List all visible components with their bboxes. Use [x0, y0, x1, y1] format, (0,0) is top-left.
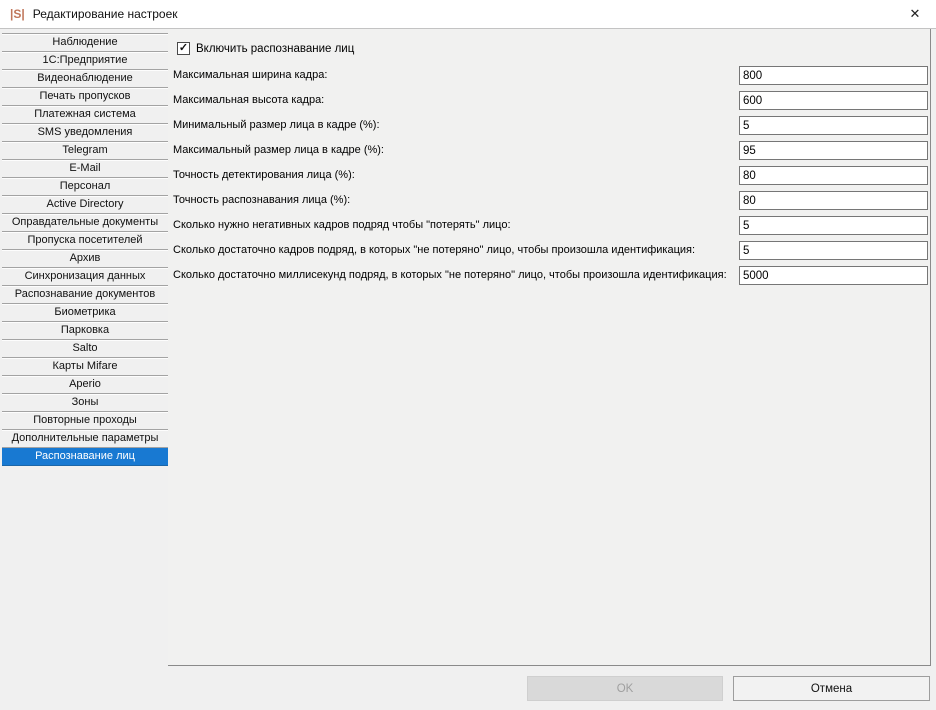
sidebar-item[interactable]: Зоны	[2, 394, 168, 412]
sidebar-item[interactable]: Наблюдение	[2, 34, 168, 52]
sidebar-item[interactable]: Пропуска посетителей	[2, 232, 168, 250]
sidebar-item[interactable]: Распознавание лиц	[2, 448, 168, 466]
sidebar-item[interactable]: E-Mail	[2, 160, 168, 178]
field-label: Точность распознавания лица (%):	[173, 191, 350, 210]
sidebar-item[interactable]: Active Directory	[2, 196, 168, 214]
close-icon[interactable]: ✕	[894, 0, 936, 28]
content-panel: ✓ Включить распознавание лиц Максимальна…	[168, 29, 931, 666]
field-row: Сколько нужно негативных кадров подряд ч…	[168, 216, 930, 235]
field-row: Минимальный размер лица в кадре (%):	[168, 116, 930, 135]
field-label: Сколько нужно негативных кадров подряд ч…	[173, 216, 511, 235]
cancel-button[interactable]: Отмена	[733, 676, 930, 701]
sidebar-tabs: Наблюдение1С:ПредприятиеВидеонаблюдениеП…	[2, 33, 168, 466]
sidebar-item[interactable]: Биометрика	[2, 304, 168, 322]
field-row: Сколько достаточно миллисекунд подряд, в…	[168, 266, 930, 285]
sidebar-item[interactable]: Парковка	[2, 322, 168, 340]
window-title: Редактирование настроек	[33, 7, 178, 21]
sidebar-item[interactable]: Видеонаблюдение	[2, 70, 168, 88]
field-label: Максимальная высота кадра:	[173, 91, 324, 110]
sidebar-item[interactable]: Оправдательные документы	[2, 214, 168, 232]
sidebar-item[interactable]: Платежная система	[2, 106, 168, 124]
field-label: Сколько достаточно кадров подряд, в кото…	[173, 241, 695, 260]
field-input[interactable]	[739, 166, 928, 185]
settings-dialog: |S| Редактирование настроек ✕ Наблюдение…	[0, 0, 936, 710]
ok-button[interactable]: OK	[527, 676, 723, 701]
app-logo-icon: |S|	[10, 7, 25, 21]
title-bar: |S| Редактирование настроек ✕	[0, 0, 936, 29]
sidebar-item[interactable]: Персонал	[2, 178, 168, 196]
sidebar-item[interactable]: Telegram	[2, 142, 168, 160]
field-row: Точность детектирования лица (%):	[168, 166, 930, 185]
field-label: Максимальная ширина кадра:	[173, 66, 327, 85]
field-input[interactable]	[739, 66, 928, 85]
field-label: Точность детектирования лица (%):	[173, 166, 355, 185]
field-row: Максимальный размер лица в кадре (%):	[168, 141, 930, 160]
sidebar-item[interactable]: Salto	[2, 340, 168, 358]
field-input[interactable]	[739, 216, 928, 235]
field-input[interactable]	[739, 191, 928, 210]
sidebar-item[interactable]: Архив	[2, 250, 168, 268]
field-row: Максимальная высота кадра:	[168, 91, 930, 110]
field-input[interactable]	[739, 141, 928, 160]
sidebar-item[interactable]: Повторные проходы	[2, 412, 168, 430]
sidebar-item[interactable]: 1С:Предприятие	[2, 52, 168, 70]
sidebar-item[interactable]: SMS уведомления	[2, 124, 168, 142]
sidebar-item[interactable]: Дополнительные параметры	[2, 430, 168, 448]
field-row: Сколько достаточно кадров подряд, в кото…	[168, 241, 930, 260]
field-input[interactable]	[739, 91, 928, 110]
sidebar-item[interactable]: Печать пропусков	[2, 88, 168, 106]
field-label: Максимальный размер лица в кадре (%):	[173, 141, 384, 160]
field-label: Минимальный размер лица в кадре (%):	[173, 116, 380, 135]
field-row: Максимальная ширина кадра:	[168, 66, 930, 85]
checkbox-checked-icon[interactable]: ✓	[177, 42, 190, 55]
field-input[interactable]	[739, 116, 928, 135]
sidebar-item[interactable]: Aperio	[2, 376, 168, 394]
field-label: Сколько достаточно миллисекунд подряд, в…	[173, 266, 727, 285]
checkbox-label: Включить распознавание лиц	[196, 42, 354, 56]
check-mark-icon: ✓	[179, 43, 188, 54]
field-input[interactable]	[739, 241, 928, 260]
sidebar-item[interactable]: Карты Mifare	[2, 358, 168, 376]
sidebar-item[interactable]: Распознавание документов	[2, 286, 168, 304]
sidebar-item[interactable]: Синхронизация данных	[2, 268, 168, 286]
field-input[interactable]	[739, 266, 928, 285]
field-row: Точность распознавания лица (%):	[168, 191, 930, 210]
